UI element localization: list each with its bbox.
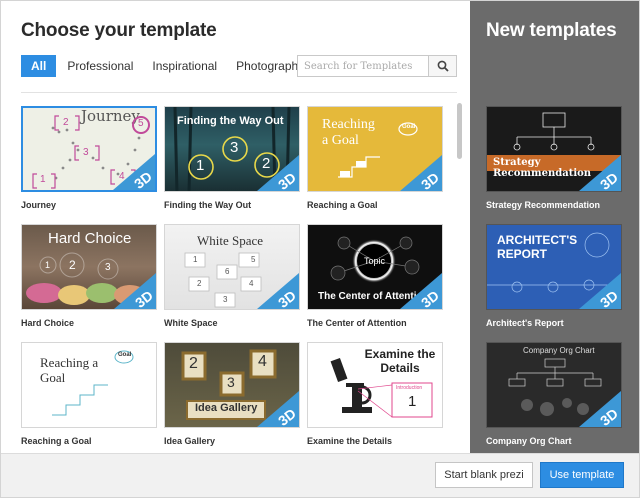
search-button[interactable] (428, 56, 456, 76)
template-card-journey[interactable]: Journey 1 2 3 4 5 3D Journey (21, 106, 157, 210)
template-name: Company Org Chart (486, 436, 572, 446)
thumb-title: Journey (81, 107, 140, 125)
template-thumbnail: Strategy Recommendation 3D (486, 106, 622, 192)
thumb-title: Company Org Chart (523, 346, 595, 355)
step-number: 1 (196, 157, 205, 174)
step-number: 3 (230, 139, 239, 156)
filter-tabs: All Professional Inspirational Photograp… (21, 55, 318, 77)
template-card-reaching-a-goal-2[interactable]: Reaching a Goal Goal Reaching a Goal (21, 342, 157, 446)
thumb-title: Hard Choice (48, 230, 132, 247)
goal-label: Goal (402, 124, 416, 130)
template-name: The Center of Attention (307, 318, 407, 328)
template-card-finding-the-way-out[interactable]: Finding the Way Out 1 3 2 3D Finding the… (164, 106, 300, 210)
template-thumbnail: White Space 1 5 6 2 4 3 3D (164, 224, 300, 310)
thumb-title: White Space (197, 233, 264, 248)
tab-inspirational[interactable]: Inspirational (144, 55, 225, 77)
template-card-reaching-a-goal[interactable]: Reaching a Goal Goal 3D Reaching a Goal (307, 106, 443, 210)
thumb-title: Finding the Way Out (177, 115, 284, 127)
use-template-button[interactable]: Use template (540, 462, 624, 488)
template-card-examine-the-details[interactable]: Examine the Details Introduction 1 Exami… (307, 342, 443, 446)
choice-number: 1 (45, 260, 51, 270)
template-name: Idea Gallery (164, 436, 216, 446)
template-thumbnail: Reaching a Goal Goal 3D (307, 106, 443, 192)
page-title: Choose your template (21, 20, 217, 41)
step-number: 5 (251, 255, 256, 264)
search-box (297, 55, 457, 77)
thumb-title: Reaching a Goal (322, 117, 375, 148)
template-browser: Choose your template All Professional In… (1, 1, 470, 453)
template-thumbnail: ARCHITECT'S REPORT 3D (486, 224, 622, 310)
topic-label: Topic (364, 256, 386, 266)
template-card-center-of-attention[interactable]: Topic The Center of Attention 3D The Cen… (307, 224, 443, 328)
thumb-title: ARCHITECT'S REPORT (497, 233, 578, 261)
choice-number: 2 (69, 258, 76, 272)
template-name: Finding the Way Out (164, 200, 252, 210)
template-thumbnail: Hard Choice 1 2 3 3D (21, 224, 157, 310)
template-thumbnail: Reaching a Goal Goal (21, 342, 157, 428)
step-number: 3 (83, 147, 89, 158)
template-name: Reaching a Goal (307, 200, 378, 210)
template-thumbnail: Company Org Chart 3D (486, 342, 622, 428)
template-name: Reaching a Goal (21, 436, 92, 446)
template-name: Hard Choice (21, 318, 75, 328)
intro-label: Introduction (396, 385, 423, 391)
template-name: Architect's Report (486, 318, 564, 328)
template-card-architects-report[interactable]: ARCHITECT'S REPORT 3D Architect's Report (486, 224, 622, 328)
template-name: Examine the Details (307, 436, 393, 446)
step-number: 1 (40, 174, 46, 185)
new-templates-panel: New templates Strategy Recommendation 3D… (470, 1, 639, 453)
detail-number: 1 (408, 393, 417, 410)
template-name: White Space (164, 318, 218, 328)
frame-number: 3 (227, 374, 235, 390)
goal-label: Goal (118, 352, 132, 358)
step-number: 2 (63, 117, 69, 128)
step-number: 5 (138, 118, 144, 129)
step-number: 6 (225, 267, 230, 276)
template-name: Strategy Recommendation (486, 200, 601, 210)
thumb-title: Reaching a Goal (40, 355, 99, 385)
template-card-strategy-recommendation[interactable]: Strategy Recommendation 3D Strategy Reco… (486, 106, 622, 210)
thumb-title: Idea Gallery (195, 402, 258, 414)
tab-all[interactable]: All (21, 55, 57, 77)
template-card-idea-gallery[interactable]: 2 4 3 Idea Gallery 3D Idea Gallery (164, 342, 300, 446)
template-thumbnail: Finding the Way Out 1 3 2 3D (164, 106, 300, 192)
tab-professional[interactable]: Professional (59, 55, 141, 77)
template-grid: Journey 1 2 3 4 5 3D Journey Finding the… (1, 93, 470, 453)
thumb-title: Examine the Details (364, 347, 436, 375)
step-number: 3 (223, 295, 228, 304)
template-name: Journey (21, 200, 57, 210)
scrollbar[interactable] (457, 103, 462, 159)
step-number: 4 (249, 279, 254, 288)
frame-number: 2 (189, 355, 198, 372)
new-templates-title: New templates (486, 20, 617, 41)
template-thumbnail: 2 4 3 Idea Gallery 3D (164, 342, 300, 428)
template-thumbnail: Examine the Details Introduction 1 (307, 342, 443, 428)
step-number: 1 (193, 255, 198, 264)
dialog-footer: Start blank prezi Use template (1, 453, 639, 497)
choice-number: 3 (105, 262, 111, 273)
template-chooser-dialog: Choose your template All Professional In… (0, 0, 640, 498)
template-card-white-space[interactable]: White Space 1 5 6 2 4 3 3D White Space (164, 224, 300, 328)
start-blank-prezi-button[interactable]: Start blank prezi (435, 462, 533, 488)
search-input[interactable] (298, 56, 428, 76)
template-thumbnail: Topic The Center of Attention 3D (307, 224, 443, 310)
frame-number: 4 (258, 353, 267, 370)
search-icon (437, 60, 449, 72)
template-thumbnail: Journey 1 2 3 4 5 3D (21, 106, 157, 192)
template-card-company-org-chart[interactable]: Company Org Chart 3D Company Org Chart (486, 342, 622, 446)
step-number: 2 (197, 279, 202, 288)
template-card-hard-choice[interactable]: Hard Choice 1 2 3 3D Hard Choice (21, 224, 157, 328)
